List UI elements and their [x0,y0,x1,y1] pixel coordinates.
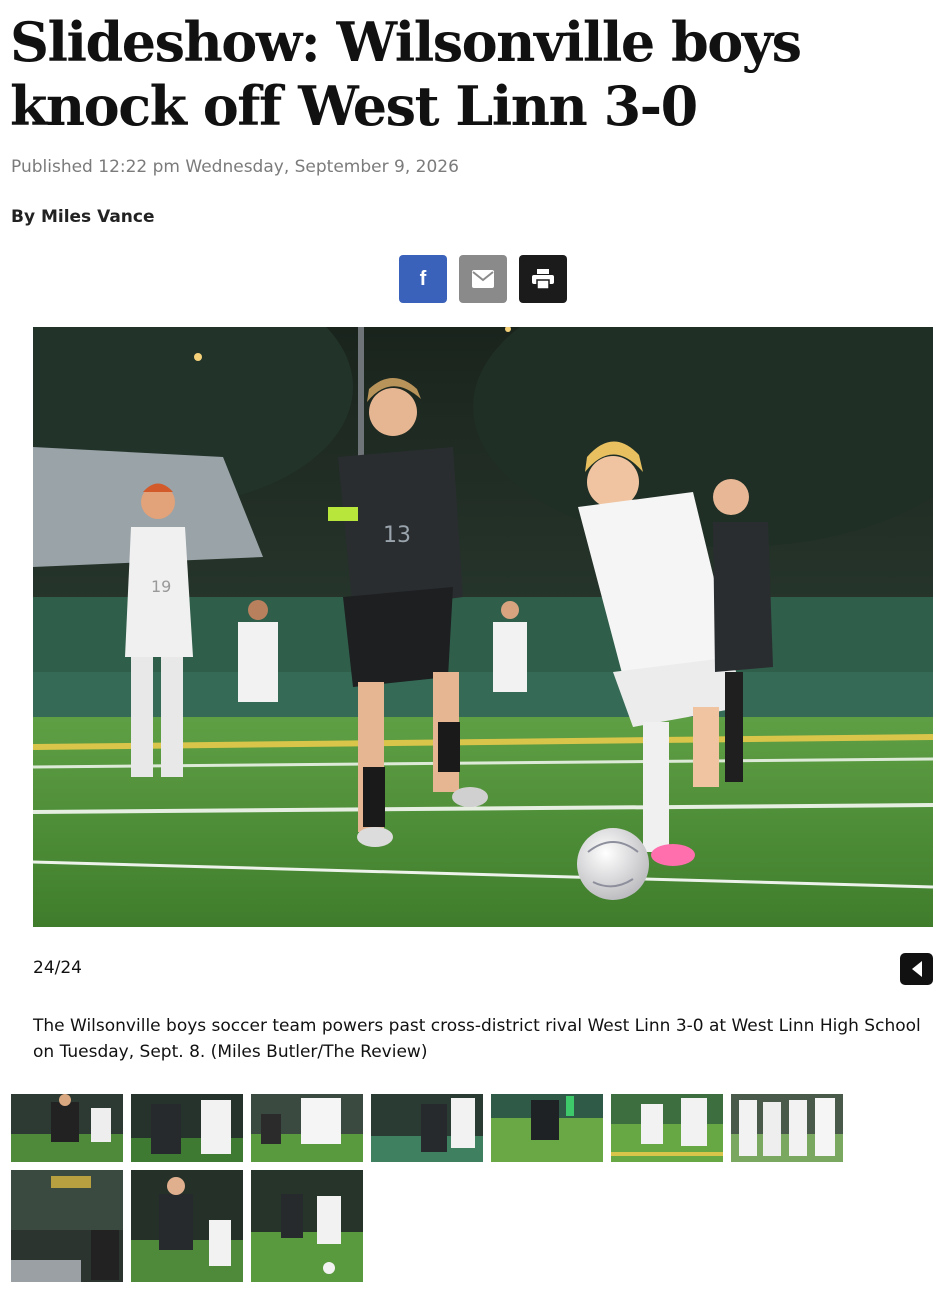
published-date: Published 12:22 pm Wednesday, September … [11,157,459,177]
slideshow-main-photo[interactable]: 19 13 [33,327,933,927]
thumbnail-7[interactable] [731,1094,843,1162]
previous-slide-button[interactable] [900,953,933,985]
thumbnail-4[interactable] [371,1094,483,1162]
print-button[interactable] [519,255,567,303]
facebook-icon: f [419,267,427,290]
thumbnail-1[interactable] [11,1094,123,1162]
thumbnail-8[interactable] [11,1170,123,1282]
facebook-share-button[interactable]: f [399,255,447,303]
slide-counter: 24/24 [33,958,82,978]
byline: By Miles Vance [11,207,155,227]
thumbnail-3[interactable] [251,1094,363,1162]
article-headline: Slideshow: Wilsonville boys knock off We… [10,10,802,138]
email-share-button[interactable] [459,255,507,303]
email-icon [472,270,494,288]
svg-text:19: 19 [151,577,171,596]
thumbnail-6[interactable] [611,1094,723,1162]
thumbnail-9[interactable] [131,1170,243,1282]
share-bar: f [399,255,567,303]
triangle-left-icon [911,961,922,977]
slide-caption: The Wilsonville boys soccer team powers … [33,1016,921,1062]
svg-text:13: 13 [383,523,411,548]
thumbnail-2[interactable] [131,1094,243,1162]
thumbnail-5[interactable] [491,1094,603,1162]
print-icon [532,269,554,289]
thumbnail-10[interactable] [251,1170,363,1282]
